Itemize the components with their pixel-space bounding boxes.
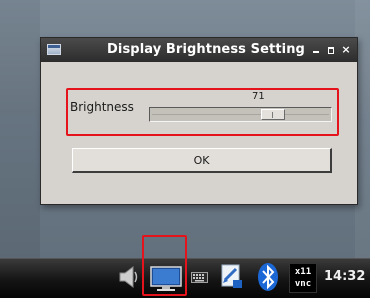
clock[interactable]: 14:32 [324, 269, 365, 284]
brightness-label: Brightness [70, 100, 134, 114]
window-titlebar[interactable]: Display Brightness Setting × [41, 38, 357, 62]
keyboard-icon[interactable] [191, 270, 208, 284]
window-app-icon [47, 44, 61, 55]
taskbar: x11 vnc 14:32 [0, 258, 370, 298]
speaker-icon[interactable] [118, 264, 140, 290]
desktop-shade [0, 0, 40, 298]
close-button[interactable]: × [340, 43, 352, 57]
vnc-badge-line2: vnc [294, 279, 312, 289]
vnc-badge-line1: x11 [294, 267, 312, 277]
brightness-dialog: Display Brightness Setting × Brightness … [40, 37, 358, 205]
maximize-button[interactable] [325, 43, 337, 57]
vnc-badge[interactable]: x11 vnc [289, 263, 317, 293]
display-icon[interactable] [149, 265, 183, 293]
brightness-slider[interactable] [149, 107, 332, 122]
pen-icon[interactable] [219, 262, 245, 290]
brightness-slider-thumb[interactable] [261, 109, 285, 120]
bluetooth-icon[interactable] [257, 262, 279, 292]
ok-button[interactable]: OK [72, 148, 332, 173]
minimize-button[interactable] [310, 43, 322, 57]
brightness-value: 71 [252, 91, 265, 102]
window-title: Display Brightness Setting [107, 42, 305, 57]
